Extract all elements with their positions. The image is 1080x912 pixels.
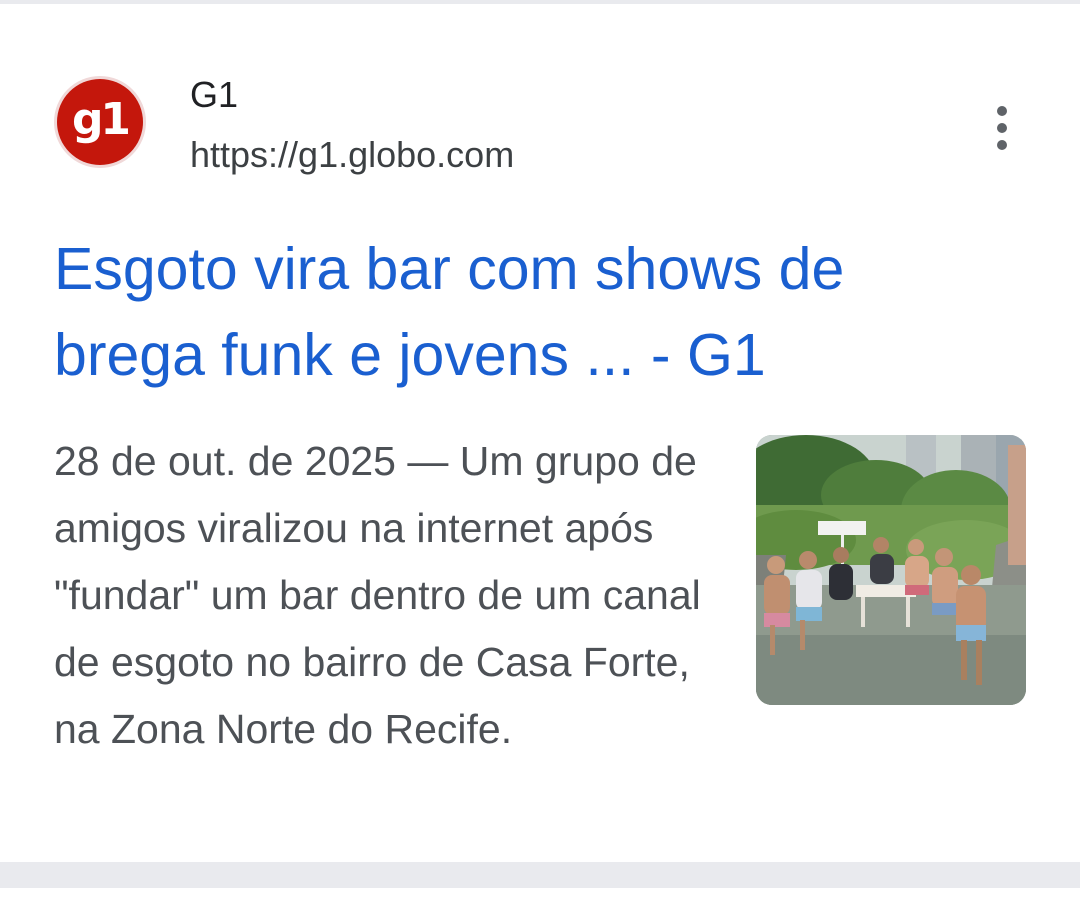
site-name: G1 [190,74,239,115]
title-line: brega funk e jovens ... - G1 [54,322,766,388]
site-url: https://g1.globo.com [190,134,515,175]
bottom-divider [0,862,1080,912]
g1-logo-icon: g1 [54,76,146,168]
date-separator: — [395,438,460,484]
result-thumbnail[interactable] [756,435,1026,705]
more-vert-icon[interactable] [978,102,1026,154]
title-line: Esgoto vira bar com shows de [54,236,845,302]
result-title-link[interactable]: Esgoto vira bar com shows de brega funk … [54,226,1014,398]
menu-dot [997,106,1007,116]
favicon-text: g1 [57,79,143,165]
source-row[interactable]: g1 G1 https://g1.globo.com [54,72,1034,175]
menu-dot [997,140,1007,150]
result-date: 28 de out. de 2025 [54,438,396,484]
search-result-card[interactable]: g1 G1 https://g1.globo.com Esgoto vira b… [0,4,1080,862]
thumbnail-photo [756,435,1026,705]
divider-bar [0,862,1080,888]
snippet-text: Um grupo de amigos viralizou na internet… [54,438,701,752]
menu-dot [997,123,1007,133]
result-snippet: 28 de out. de 2025 — Um grupo de amigos … [54,428,714,763]
